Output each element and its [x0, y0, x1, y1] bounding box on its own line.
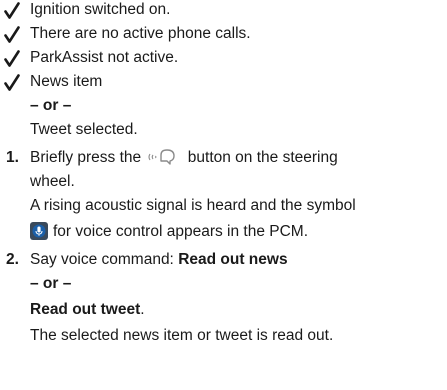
step1-line2: wheel.	[30, 173, 75, 190]
step2-cmd2-line: Read out tweet.	[30, 300, 145, 320]
document-page: Ignition switched on. There are no activ…	[0, 0, 447, 390]
or-separator: – or –	[30, 275, 72, 292]
step1-line4: for voice control appears in the PCM.	[30, 222, 308, 242]
prereq-tweet-selected: Tweet selected.	[30, 121, 138, 138]
prereq-no-calls: There are no active phone calls.	[30, 25, 251, 42]
prereq-ignition: Ignition switched on.	[30, 1, 171, 18]
step-number: 1.	[6, 149, 19, 166]
step2-instruction: Say voice command: Read out news	[30, 250, 288, 270]
step-number: 2.	[6, 251, 19, 268]
step2-text: Say voice command:	[30, 251, 174, 268]
checkmark-icon	[4, 26, 20, 43]
step1-line4-text: for voice control appears in the PCM.	[53, 223, 309, 240]
checkmark-icon	[4, 74, 20, 91]
voice-control-symbol-icon	[30, 222, 48, 240]
prereq-parkassist: ParkAssist not active.	[30, 49, 179, 66]
voice-control-steering-button-icon	[148, 149, 176, 165]
prereq-news-item: News item	[30, 73, 103, 90]
checkmark-icon	[4, 50, 20, 67]
checkmark-icon	[4, 2, 20, 19]
step1-text-after: button on the steering	[187, 149, 338, 166]
voice-command-read-news: Read out news	[178, 251, 288, 268]
or-separator: – or –	[30, 97, 72, 114]
voice-command-read-tweet: Read out tweet	[30, 301, 141, 318]
step2-result: The selected news item or tweet is read …	[30, 327, 334, 344]
step1-line3: A rising acoustic signal is heard and th…	[30, 197, 356, 214]
step1-instruction: Briefly press the button on the steering	[30, 148, 338, 168]
step1-text-before: Briefly press the	[30, 149, 142, 166]
period: .	[140, 301, 145, 318]
